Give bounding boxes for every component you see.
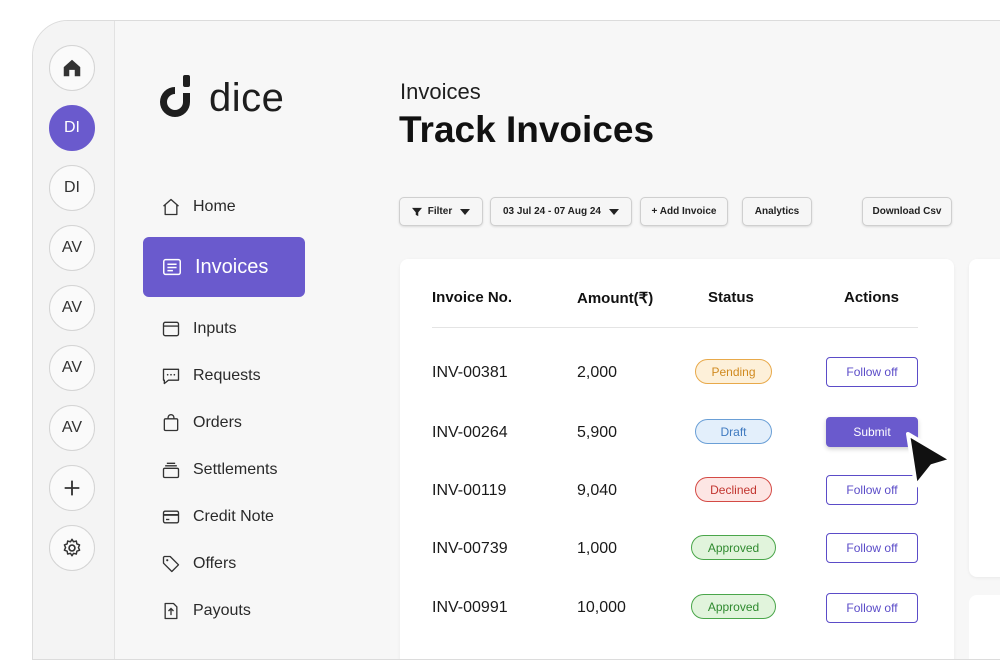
status-badge-approved: Approved (691, 535, 776, 560)
chevron-down-icon (460, 208, 471, 215)
brand-logo: dice (153, 73, 284, 123)
payout-icon (164, 602, 178, 620)
invoice-table-card: Invoice No. Amount(₹) Status Actions INV… (400, 259, 954, 659)
nav-item-home[interactable]: Home (161, 197, 236, 217)
rail-settings-button[interactable] (49, 525, 95, 571)
nav-item-inputs[interactable]: Inputs (161, 319, 237, 339)
side-panel-card (969, 259, 1000, 577)
status-badge-draft: Draft (695, 419, 772, 444)
stack-icon (162, 462, 180, 479)
status-badge-declined: Declined (695, 477, 772, 502)
table-row-2-invoice: INV-00264 (432, 424, 508, 441)
rail-home-button[interactable] (49, 45, 95, 91)
add-invoice-button[interactable]: + Add Invoice (640, 197, 728, 226)
rail-add-button[interactable] (49, 465, 95, 511)
table-row-2-amount: 5,900 (577, 424, 618, 441)
date-range-select[interactable]: 03 Jul 24 - 07 Aug 24 (490, 197, 632, 226)
rail-account-av-3[interactable]: AV (49, 345, 95, 391)
rail-account-di[interactable]: DI (49, 165, 95, 211)
follow-off-button[interactable]: Follow off (826, 357, 918, 387)
filter-button[interactable]: Filter (399, 197, 483, 226)
nav-item-settlements[interactable]: Settlements (161, 460, 277, 480)
page-title: Track Invoices (399, 109, 655, 150)
home-outline-icon (163, 198, 179, 216)
chevron-down-icon (609, 208, 619, 215)
nav-item-credit-note[interactable]: Credit Note (161, 507, 274, 527)
rail-account-di-active[interactable]: DI (49, 105, 95, 151)
column-header-status: Status (708, 289, 754, 306)
inputs-icon (162, 321, 180, 337)
analytics-button[interactable]: Analytics (742, 197, 812, 226)
settings-icon (63, 538, 81, 557)
nav-item-invoices[interactable]: Invoices (143, 237, 305, 297)
status-badge-pending: Pending (695, 359, 772, 384)
app-window: DI DI AV AV AV AV dice Home Invoices Inp… (32, 20, 1000, 660)
header-divider (432, 327, 918, 328)
invoice-icon (163, 258, 181, 276)
filter-icon (411, 207, 422, 216)
table-row-3-invoice: INV-00119 (432, 482, 507, 499)
brand-name: dice (209, 75, 285, 120)
card-icon (162, 510, 180, 524)
rail-account-av-2[interactable]: AV (49, 285, 95, 331)
dice-logo-icon (160, 75, 190, 117)
table-row-5-amount: 10,000 (577, 599, 626, 616)
nav-item-offers[interactable]: Offers (161, 554, 236, 574)
table-row-1-amount: 2,000 (577, 364, 618, 381)
table-row-5-invoice: INV-00991 (432, 599, 508, 616)
table-row-4-amount: 1,000 (577, 540, 618, 557)
mouse-cursor-icon (906, 432, 954, 488)
rail-account-av-1[interactable]: AV (49, 225, 95, 271)
table-row-3-amount: 9,040 (577, 482, 618, 499)
nav-item-orders[interactable]: Orders (161, 413, 242, 433)
column-header-invoice: Invoice No. (432, 289, 513, 306)
bag-icon (163, 414, 179, 432)
home-icon (63, 59, 81, 77)
account-rail: DI DI AV AV AV AV (33, 21, 115, 659)
column-header-actions: Actions (844, 289, 900, 306)
table-row-1-invoice: INV-00381 (432, 364, 508, 381)
breadcrumb: Invoices (400, 79, 481, 104)
nav-item-payouts[interactable]: Payouts (161, 601, 251, 621)
plus-icon (64, 480, 80, 496)
chat-icon (162, 368, 180, 385)
rail-account-av-4[interactable]: AV (49, 405, 95, 451)
status-badge-approved: Approved (691, 594, 776, 619)
download-csv-button[interactable]: Download Csv (862, 197, 952, 226)
follow-off-button[interactable]: Follow off (826, 533, 918, 563)
table-row-4-invoice: INV-00739 (432, 540, 508, 557)
side-panel-card-lower (969, 595, 1000, 659)
tag-icon (162, 555, 180, 573)
nav-item-requests[interactable]: Requests (161, 366, 261, 386)
column-header-amount: Amount(₹) (577, 290, 654, 307)
